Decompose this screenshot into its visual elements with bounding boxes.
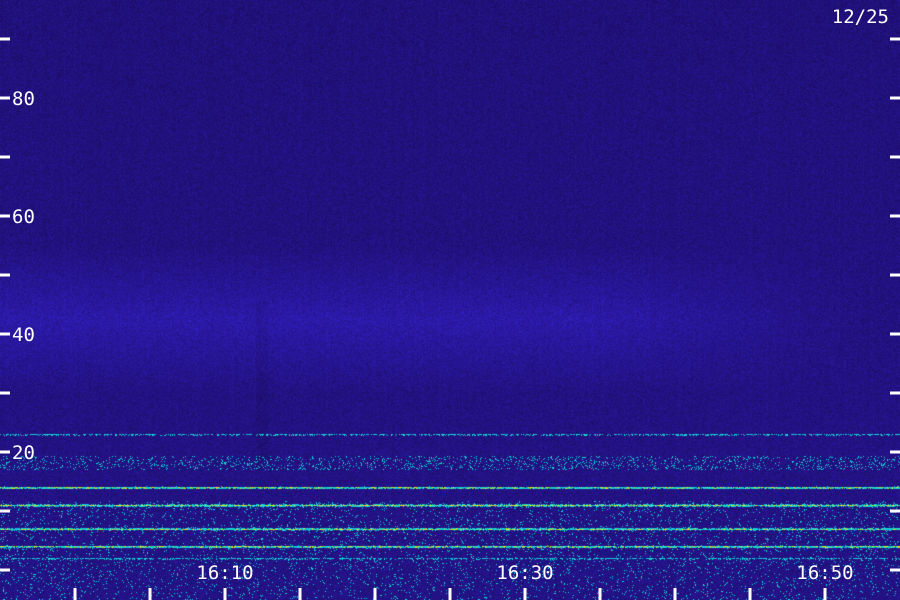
x-tick-label: 16:50 (796, 562, 853, 584)
x-tick-label: 16:10 (196, 562, 253, 584)
label-group: 1008060402016:1016:3016:50 (12, 88, 854, 584)
y-tick-label: 40 (12, 324, 35, 346)
x-tick-label: 16:30 (496, 562, 553, 584)
y-tick-label: 20 (12, 442, 35, 464)
spectrogram-chart: 1008060402016:1016:3016:50 12/25 (0, 0, 900, 600)
date-label: 12/25 (832, 6, 889, 28)
y-tick-label: 80 (12, 88, 35, 110)
y-tick-label: 60 (12, 206, 35, 228)
tick-group (0, 37, 900, 600)
axis-overlay: 1008060402016:1016:3016:50 12/25 (0, 6, 900, 600)
